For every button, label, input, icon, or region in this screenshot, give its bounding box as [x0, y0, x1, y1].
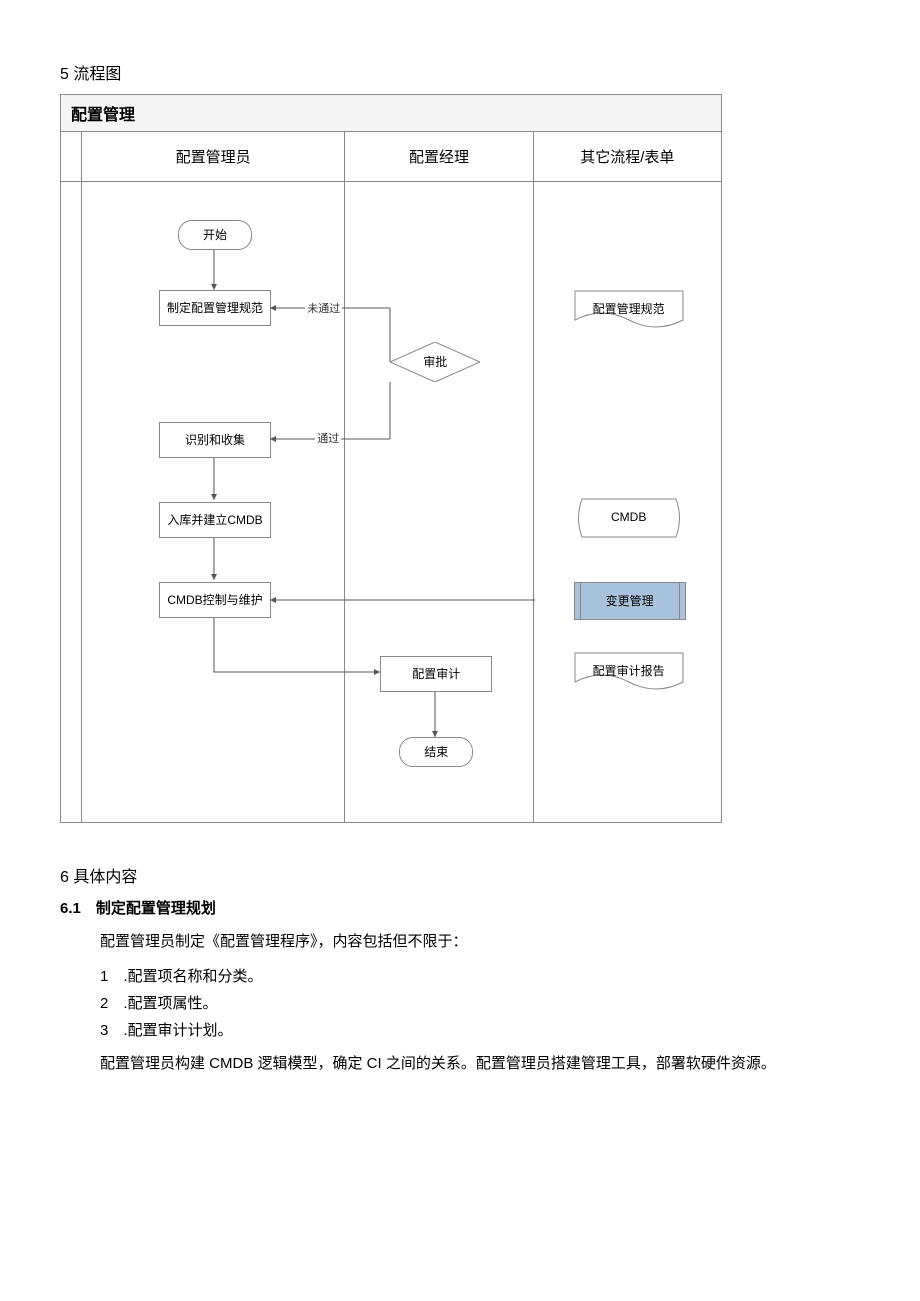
node-end: 结束 [399, 737, 473, 767]
doc-audit-report: 配置审计报告 [574, 652, 684, 692]
edge-fail-label: 未通过 [305, 300, 342, 316]
node-approve: 审批 [390, 342, 480, 382]
section-6-1-title: 6.1 制定配置管理规划 [60, 897, 860, 918]
lane-header-other: 其它流程/表单 [534, 132, 721, 181]
node-identify-collect: 识别和收集 [159, 422, 271, 458]
lane-header-manager: 配置经理 [345, 132, 533, 181]
lane-other: 配置管理规范 CMDB 变更管理 配置审计报告 [534, 182, 721, 822]
lane-manager: 审批 未通过 通过 配置审计 结束 [345, 182, 533, 822]
flowchart-title: 配置管理 [61, 95, 721, 132]
swimlane-headers: 配置管理员 配置经理 其它流程/表单 [61, 132, 721, 182]
node-change-mgmt: 变更管理 [574, 582, 686, 620]
section-6-1-p1: 配置管理员制定《配置管理程序》，内容包括但不限于： [100, 928, 860, 955]
section-6-title: 6 具体内容 [60, 863, 860, 887]
edge-pass-label: 通过 [315, 430, 341, 446]
node-start: 开始 [178, 220, 252, 250]
lane-admin: 开始 制定配置管理规范 识别和收集 入库并建立CMDB CMDB控制与维护 [82, 182, 345, 822]
section-6-1-p2: 配置管理员构建 CMDB 逻辑模型，确定 CI 之间的关系。配置管理员搭建管理工… [100, 1050, 860, 1077]
node-cmdb-maintain: CMDB控制与维护 [159, 582, 271, 618]
node-build-cmdb: 入库并建立CMDB [159, 502, 271, 538]
node-audit: 配置审计 [380, 656, 492, 692]
lane-header-admin: 配置管理员 [82, 132, 345, 181]
flowchart-frame: 配置管理 配置管理员 配置经理 其它流程/表单 [60, 94, 722, 823]
node-define-spec: 制定配置管理规范 [159, 290, 271, 326]
doc-config-spec: 配置管理规范 [574, 290, 684, 330]
swimlane-body: 开始 制定配置管理规范 识别和收集 入库并建立CMDB CMDB控制与维护 [61, 182, 721, 822]
section-5-title: 5 流程图 [60, 60, 860, 84]
datastore-cmdb: CMDB [574, 498, 684, 538]
section-6-1-li1: 1 .配置项名称和分类。 [100, 965, 860, 986]
section-6-1-li3: 3 .配置审计计划。 [100, 1019, 860, 1040]
section-6: 6 具体内容 6.1 制定配置管理规划 配置管理员制定《配置管理程序》，内容包括… [60, 863, 860, 1077]
section-6-1-li2: 2 .配置项属性。 [100, 992, 860, 1013]
